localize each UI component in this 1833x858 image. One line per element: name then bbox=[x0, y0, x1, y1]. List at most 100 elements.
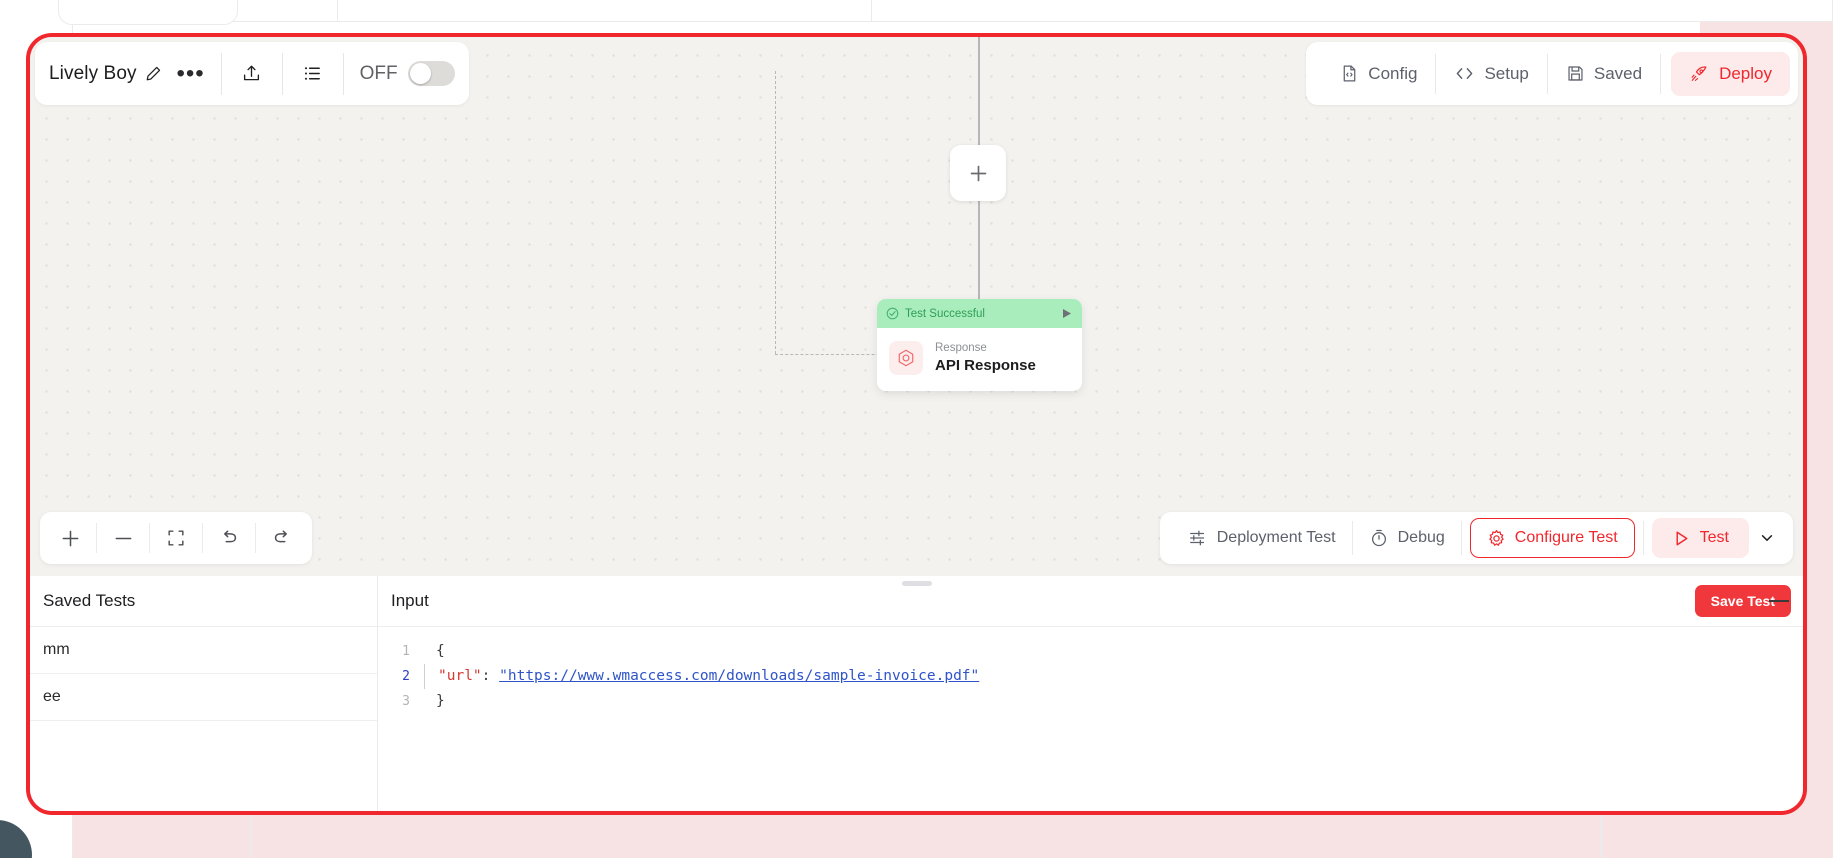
workflow-list-button[interactable] bbox=[293, 54, 333, 94]
fold-guide bbox=[422, 639, 436, 664]
saved-test-name: mm bbox=[43, 641, 70, 658]
stopwatch-icon bbox=[1369, 528, 1389, 548]
code-text: } bbox=[436, 689, 445, 714]
node-subtitle: Response bbox=[935, 342, 987, 354]
check-circle-icon bbox=[886, 307, 899, 320]
code-text: { bbox=[436, 639, 445, 664]
api-response-icon bbox=[889, 341, 923, 375]
config-label: Config bbox=[1368, 63, 1418, 83]
plus-icon bbox=[969, 164, 988, 183]
run-test-button[interactable]: Test bbox=[1651, 518, 1749, 558]
toolbar-divider-1 bbox=[220, 52, 222, 95]
line-number: 2 bbox=[402, 669, 410, 684]
toolbar-divider-6 bbox=[1660, 53, 1662, 94]
code-line: 2 "url": "https://www.wmaccess.com/downlo… bbox=[378, 664, 1803, 689]
code-line: 1{ bbox=[378, 639, 1803, 664]
gear-icon bbox=[1487, 529, 1506, 548]
code-text: "url": "https://www.wmaccess.com/downloa… bbox=[438, 664, 979, 689]
chevron-down-icon bbox=[1759, 530, 1775, 546]
highlighted-app-region: Test Successful Response API Response Li… bbox=[26, 33, 1807, 815]
json-input-editor[interactable]: 1{2 "url": "https://www.wmaccess.com/down… bbox=[378, 627, 1803, 714]
file-code-icon bbox=[1340, 64, 1359, 83]
node-card-api-response[interactable]: Test Successful Response API Response bbox=[877, 299, 1082, 391]
saved-test-row[interactable]: ee bbox=[30, 674, 377, 721]
saved-test-row[interactable]: mm bbox=[30, 627, 377, 674]
saved-tests-header: Saved Tests bbox=[30, 576, 377, 627]
zoom-out-button[interactable] bbox=[97, 517, 149, 559]
token-punct: } bbox=[436, 693, 445, 709]
node-status-header: Test Successful bbox=[877, 299, 1082, 328]
fold-guide bbox=[422, 689, 436, 714]
pencil-icon bbox=[145, 65, 162, 82]
minus-icon bbox=[113, 528, 134, 549]
configure-test-label: Configure Test bbox=[1514, 529, 1618, 546]
token-punct: { bbox=[436, 643, 445, 659]
line-number: 1 bbox=[402, 644, 410, 659]
deploy-button[interactable]: Deploy bbox=[1671, 51, 1790, 96]
node-text-block: Response API Response bbox=[935, 342, 1036, 374]
node-body: Response API Response bbox=[877, 328, 1082, 391]
saved-button[interactable]: Saved bbox=[1548, 52, 1660, 96]
config-button[interactable]: Config bbox=[1322, 52, 1435, 96]
workflow-enable-toggle[interactable] bbox=[407, 61, 455, 86]
test-toolbar: Deployment Test Debug Configure Test Tes… bbox=[1159, 512, 1793, 564]
floppy-disk-icon bbox=[1566, 64, 1585, 83]
undo-arrow-icon bbox=[218, 527, 240, 549]
rocket-icon bbox=[1689, 64, 1709, 84]
token-str: "https://www.wmaccess.com/downloads/samp… bbox=[499, 668, 980, 684]
token-key: "url" bbox=[438, 668, 482, 684]
add-node-button[interactable] bbox=[950, 145, 1006, 201]
redo-arrow-icon bbox=[271, 527, 293, 549]
canvas-zoom-toolbar bbox=[40, 512, 312, 564]
page-root: Test Successful Response API Response Li… bbox=[0, 0, 1833, 858]
node-status-label: Test Successful bbox=[905, 307, 985, 320]
saved-tests-list: Saved Tests mm ee bbox=[30, 576, 378, 811]
fold-guide bbox=[424, 664, 438, 689]
debug-label: Debug bbox=[1397, 529, 1445, 546]
zoom-in-button[interactable] bbox=[44, 517, 96, 559]
ellipsis-icon: ••• bbox=[176, 59, 205, 87]
deployment-test-button[interactable]: Deployment Test bbox=[1172, 519, 1352, 557]
list-icon bbox=[302, 63, 323, 84]
node-title: API Response bbox=[935, 357, 1036, 374]
debug-button[interactable]: Debug bbox=[1353, 519, 1461, 557]
input-label: Input bbox=[391, 591, 429, 610]
deployment-test-label: Deployment Test bbox=[1216, 529, 1336, 546]
workflow-canvas[interactable]: Test Successful Response API Response Li… bbox=[30, 37, 1803, 576]
backdrop-rounded-card bbox=[58, 0, 238, 25]
workflow-title: Lively Boy bbox=[49, 62, 137, 84]
test-options-dropdown[interactable] bbox=[1749, 518, 1785, 558]
toggle-knob bbox=[409, 63, 431, 84]
play-triangle-icon[interactable] bbox=[1060, 307, 1073, 320]
code-brackets-icon bbox=[1454, 64, 1475, 83]
undo-button[interactable] bbox=[203, 517, 255, 559]
input-header: Input Save Test bbox=[378, 576, 1803, 627]
redo-button[interactable] bbox=[256, 517, 308, 559]
toolbar-divider-3 bbox=[342, 52, 344, 95]
deploy-label: Deploy bbox=[1719, 63, 1772, 83]
rename-workflow-button[interactable] bbox=[137, 54, 171, 94]
token-punct: : bbox=[481, 668, 500, 684]
more-options-button[interactable]: ••• bbox=[171, 54, 211, 94]
expand-icon bbox=[166, 528, 186, 548]
collapse-editor-icon[interactable] bbox=[1769, 600, 1789, 602]
line-number: 3 bbox=[402, 694, 410, 709]
test-divider-3 bbox=[1642, 521, 1644, 555]
upload-icon bbox=[241, 63, 262, 84]
run-test-label: Test bbox=[1699, 529, 1729, 546]
workflow-toggle-label: OFF bbox=[359, 62, 398, 84]
share-workflow-button[interactable] bbox=[232, 54, 272, 94]
test-divider-2 bbox=[1460, 521, 1462, 555]
workflow-toolbar: Lively Boy ••• OFF bbox=[35, 42, 469, 105]
fit-view-button[interactable] bbox=[150, 517, 202, 559]
top-right-toolbar: Config Setup Saved Deploy bbox=[1306, 42, 1798, 105]
connector-dashed-vertical bbox=[775, 71, 776, 354]
play-triangle-icon bbox=[1672, 529, 1691, 548]
setup-label: Setup bbox=[1484, 63, 1529, 83]
saved-test-name: ee bbox=[43, 688, 61, 705]
sliders-icon bbox=[1188, 528, 1208, 548]
input-pane: Input Save Test 1{2 "url": "https://www.w… bbox=[378, 576, 1803, 811]
configure-test-button[interactable]: Configure Test bbox=[1469, 518, 1635, 558]
setup-button[interactable]: Setup bbox=[1436, 52, 1546, 96]
test-panel: Saved Tests mm ee Input Save Test 1{2 "ur… bbox=[30, 576, 1803, 811]
